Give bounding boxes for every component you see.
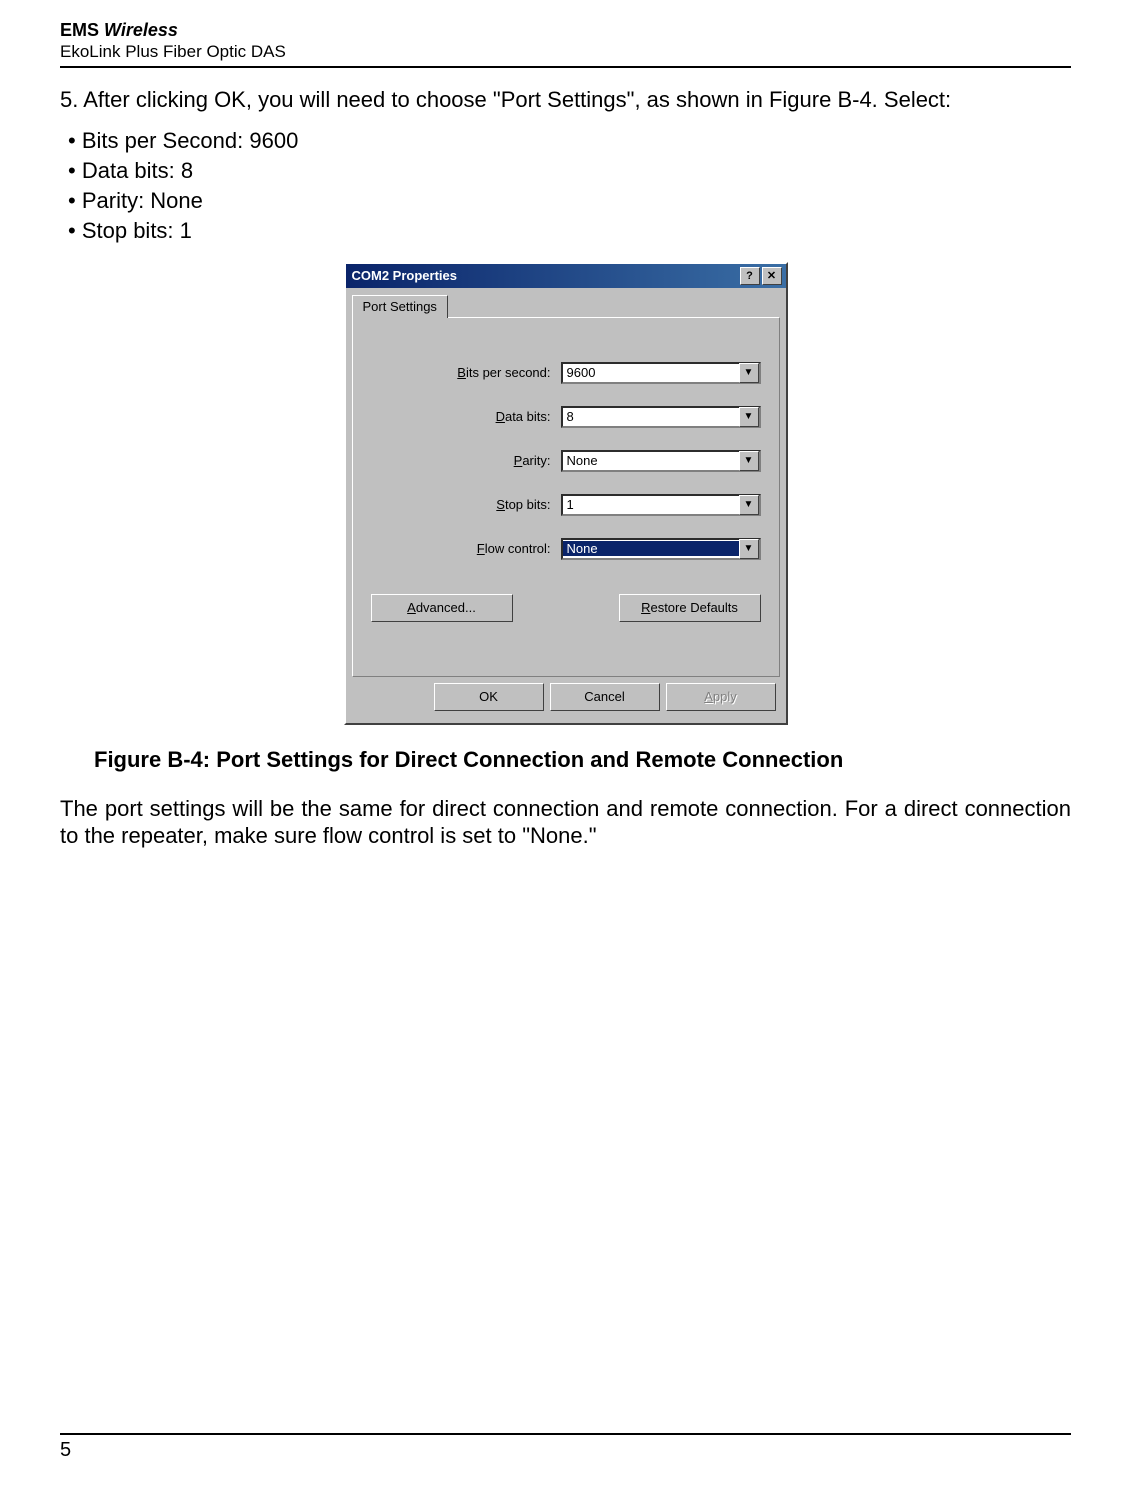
step-paragraph: 5. After clicking OK, you will need to c… [60,86,1071,114]
cancel-button[interactable]: Cancel [550,683,660,711]
close-button[interactable]: ✕ [762,267,782,285]
list-item: Stop bits: 1 [68,218,1071,244]
chevron-down-icon[interactable]: ▼ [739,363,759,383]
restore-defaults-button[interactable]: Restore Defaults [619,594,761,622]
bits-per-second-value: 9600 [563,365,739,380]
stop-bits-combo[interactable]: 1 ▼ [561,494,761,516]
dialog-title: COM2 Properties [352,268,457,283]
list-item: Data bits: 8 [68,158,1071,184]
tab-port-settings[interactable]: Port Settings [352,295,448,318]
figure-caption: Figure B-4: Port Settings for Direct Con… [94,747,1071,773]
flow-control-value: None [563,541,739,556]
data-bits-label: Data bits: [421,409,551,424]
flow-control-label: Flow control: [421,541,551,556]
chevron-down-icon[interactable]: ▼ [739,495,759,515]
data-bits-combo[interactable]: 8 ▼ [561,406,761,428]
parity-combo[interactable]: None ▼ [561,450,761,472]
ok-button[interactable]: OK [434,683,544,711]
chevron-down-icon[interactable]: ▼ [739,451,759,471]
tab-panel: Bits per second: 9600 ▼ Data bits: 8 ▼ [352,317,780,677]
help-button[interactable]: ? [740,267,760,285]
chevron-down-icon[interactable]: ▼ [739,539,759,559]
stop-bits-value: 1 [563,497,739,512]
header-brand-italic: Wireless [104,20,178,40]
chevron-down-icon[interactable]: ▼ [739,407,759,427]
advanced-button[interactable]: Advanced... [371,594,513,622]
apply-button[interactable]: Apply [666,683,776,711]
footer-rule [60,1433,1071,1435]
dialog-titlebar[interactable]: COM2 Properties ? ✕ [346,264,786,288]
parity-label: Parity: [421,453,551,468]
stop-bits-label: Stop bits: [421,497,551,512]
parity-value: None [563,453,739,468]
header-rule [60,66,1071,68]
page-number: 5 [60,1439,1071,1462]
com-properties-dialog: COM2 Properties ? ✕ Port Settings Bits p… [344,262,788,725]
list-item: Parity: None [68,188,1071,214]
list-item: Bits per Second: 9600 [68,128,1071,154]
page-header: EMS Wireless EkoLink Plus Fiber Optic DA… [60,20,1071,62]
header-product: EkoLink Plus Fiber Optic DAS [60,42,286,61]
header-brand: EMS [60,20,99,40]
bits-per-second-combo[interactable]: 9600 ▼ [561,362,761,384]
settings-list: Bits per Second: 9600 Data bits: 8 Parit… [60,128,1071,244]
bits-per-second-label: Bits per second: [421,365,551,380]
body-paragraph: The port settings will be the same for d… [60,795,1071,850]
flow-control-combo[interactable]: None ▼ [561,538,761,560]
data-bits-value: 8 [563,409,739,424]
